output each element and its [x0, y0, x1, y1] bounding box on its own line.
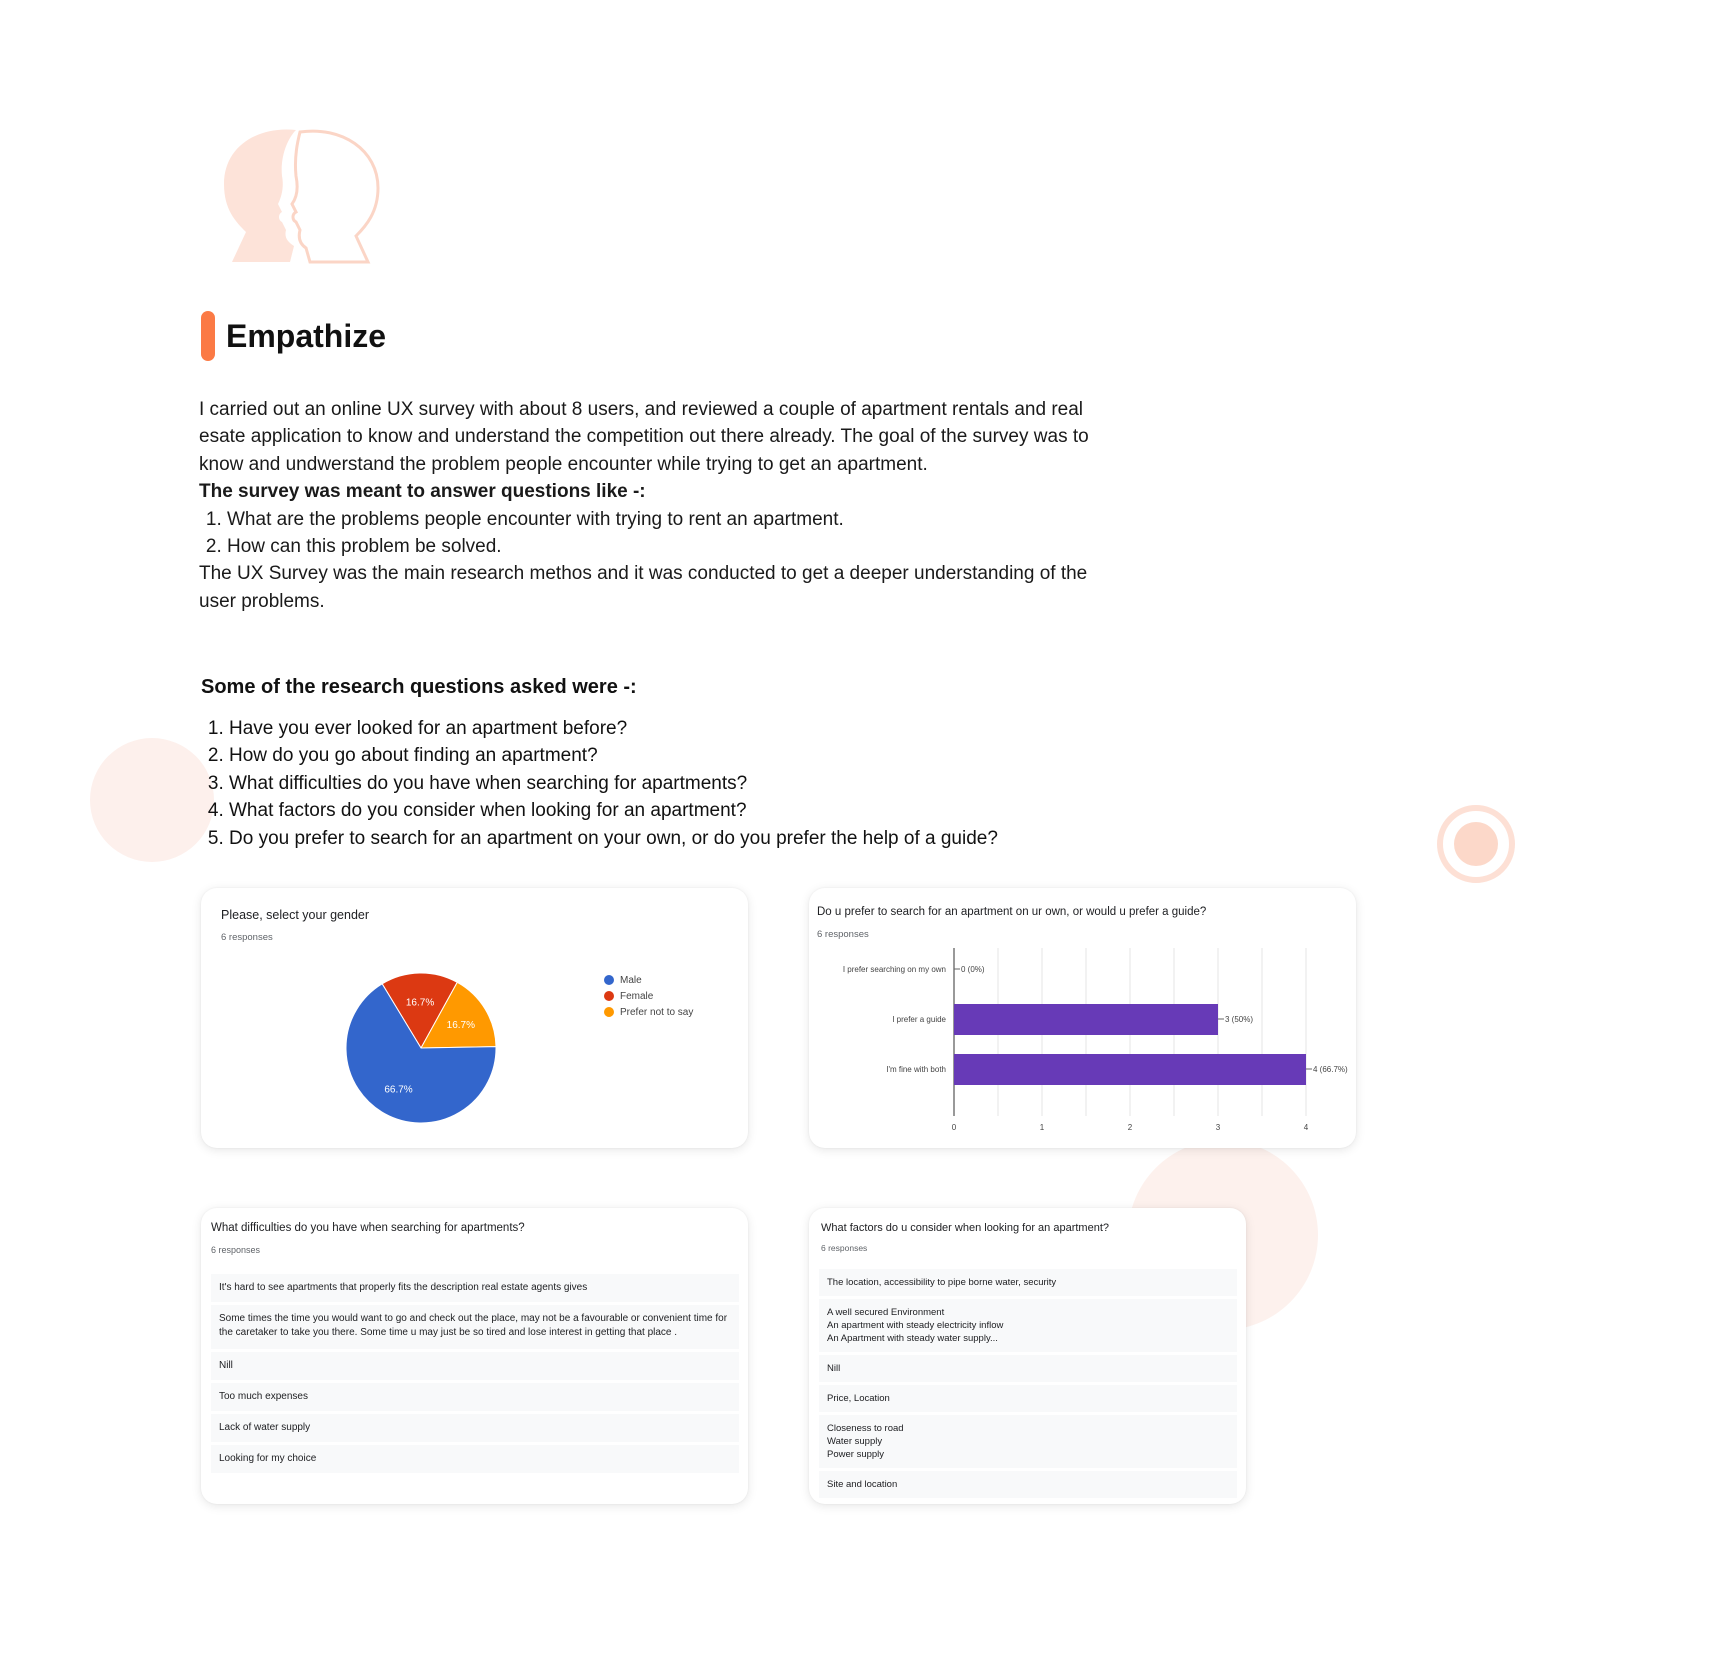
- research-questions-heading: Some of the research questions asked wer…: [201, 676, 637, 698]
- responses-list: It's hard to see apartments that properl…: [211, 1274, 739, 1476]
- gender-chart-card: Please, select your gender 6 responses 1…: [201, 888, 748, 1148]
- list-item: Do you prefer to search for an apartment…: [229, 825, 1189, 852]
- legend-item: Male: [604, 972, 693, 988]
- legend-swatch: [604, 975, 614, 985]
- legend-swatch: [604, 991, 614, 1001]
- pie-data-label: 16.7%: [406, 998, 434, 1009]
- response-item: Some times the time you would want to go…: [211, 1305, 739, 1349]
- factors-card: What factors do u consider when looking …: [809, 1208, 1246, 1504]
- survey-goal-heading: The survey was meant to answer questions…: [199, 481, 646, 503]
- list-item: How do you go about finding an apartment…: [229, 742, 1189, 769]
- response-item: Closeness to road Water supply Power sup…: [819, 1415, 1237, 1468]
- section-title: Empathize: [226, 318, 387, 354]
- legend-label: Female: [620, 990, 654, 1002]
- decorative-dot: [1454, 822, 1498, 866]
- guide-preference-bar-chart: 0 1 2 3 4 I prefer searching on my own 0 (0%) I…: [843, 948, 1348, 1132]
- chart-legend: Male Female Prefer not to say: [604, 972, 693, 1020]
- list-item: What difficulties do you have when searc…: [229, 770, 1189, 797]
- response-item: Price, Location: [819, 1385, 1237, 1412]
- x-tick-label: 4: [1304, 1123, 1309, 1132]
- responses-count: 6 responses: [211, 1245, 261, 1255]
- y-category-label: I prefer searching on my own: [843, 965, 946, 974]
- intro-paragraph: I carried out an online UX survey with a…: [199, 399, 1089, 475]
- guide-preference-chart-card: Do u prefer to search for an apartment o…: [809, 888, 1356, 1148]
- legend-label: Male: [620, 974, 642, 986]
- legend-item: Female: [604, 988, 693, 1004]
- legend-swatch: [604, 1007, 614, 1017]
- response-item: Nill: [211, 1352, 739, 1380]
- bar-value-label: 4 (66.7%): [1313, 1065, 1348, 1074]
- section-accent-bar: [201, 311, 215, 361]
- x-tick-label: 0: [952, 1123, 957, 1132]
- response-item: Site and location: [819, 1471, 1237, 1498]
- legend-item: Prefer not to say: [604, 1004, 693, 1020]
- response-item: Nill: [819, 1355, 1237, 1382]
- list-item: What are the problems people encounter w…: [227, 506, 1109, 533]
- response-item: Looking for my choice: [211, 1445, 739, 1473]
- difficulties-card: What difficulties do you have when searc…: [201, 1208, 748, 1504]
- response-item: A well secured Environment An apartment …: [819, 1299, 1237, 1352]
- x-tick-label: 1: [1040, 1123, 1045, 1132]
- response-item: The location, accessibility to pipe born…: [819, 1269, 1237, 1296]
- y-category-label: I'm fine with both: [886, 1065, 946, 1074]
- y-category-label: I prefer a guide: [892, 1015, 946, 1024]
- response-item: It's hard to see apartments that properl…: [211, 1274, 739, 1302]
- decorative-circle: [90, 738, 214, 862]
- method-note: The UX Survey was the main research meth…: [199, 563, 1088, 612]
- list-item: Have you ever looked for an apartment be…: [229, 715, 1189, 742]
- x-tick-label: 2: [1128, 1123, 1133, 1132]
- pie-data-label: 66.7%: [384, 1085, 412, 1096]
- response-item: Too much expenses: [211, 1383, 739, 1411]
- card-question: What difficulties do you have when searc…: [211, 1222, 525, 1234]
- responses-count: 6 responses: [821, 1243, 868, 1253]
- legend-label: Prefer not to say: [620, 1006, 694, 1018]
- list-item: What factors do you consider when lookin…: [229, 797, 1189, 824]
- bar-value-label: 3 (50%): [1225, 1015, 1253, 1024]
- response-item: Lack of water supply: [211, 1414, 739, 1442]
- x-tick-label: 3: [1216, 1123, 1221, 1132]
- card-question: What factors do u consider when looking …: [821, 1222, 1109, 1234]
- responses-list: The location, accessibility to pipe born…: [819, 1269, 1237, 1501]
- survey-goals-list: What are the problems people encounter w…: [199, 506, 1109, 561]
- research-questions-list: Have you ever looked for an apartment be…: [201, 715, 1189, 852]
- intro-text: I carried out an online UX survey with a…: [199, 396, 1109, 615]
- bar: [954, 1054, 1306, 1085]
- bar: [954, 1004, 1218, 1035]
- bar-value-label: 0 (0%): [961, 965, 985, 974]
- two-heads-profile-icon: [224, 129, 380, 264]
- pie-data-label: 16.7%: [447, 1020, 475, 1031]
- list-item: How can this problem be solved.: [227, 533, 1109, 560]
